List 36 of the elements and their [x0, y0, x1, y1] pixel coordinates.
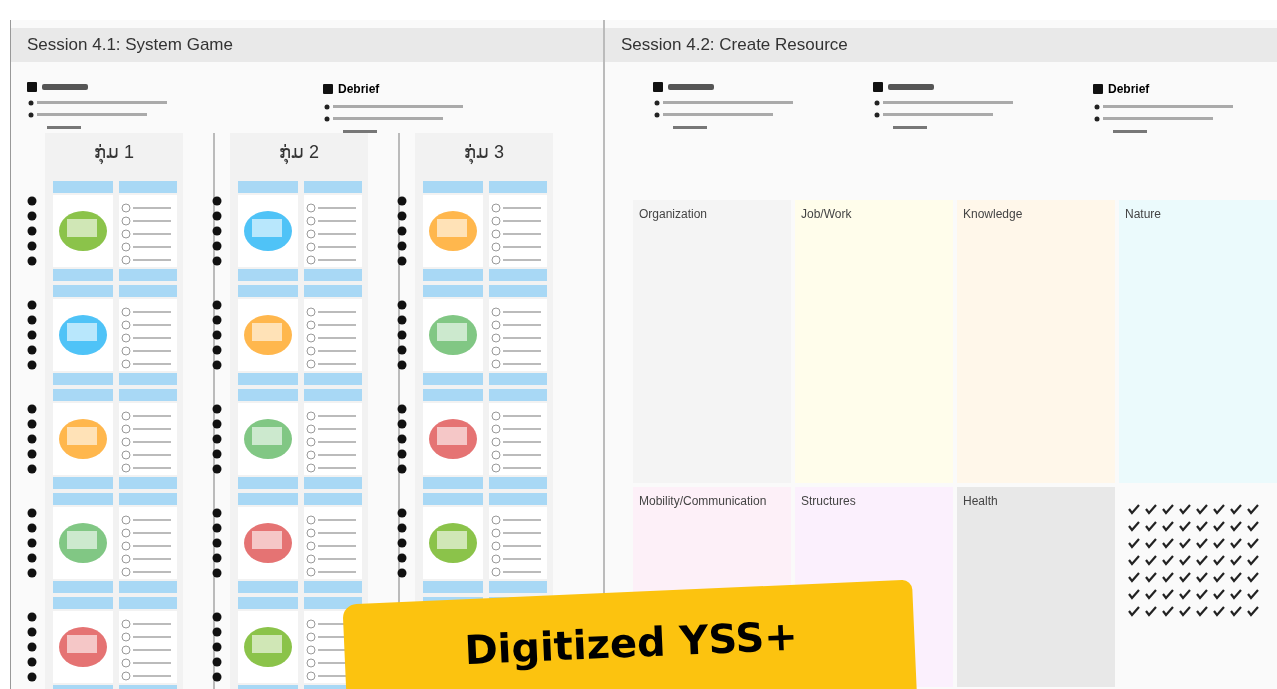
- dot-column-icon: [27, 612, 37, 682]
- dot-column-icon: [212, 300, 222, 370]
- category-label: Structures: [801, 494, 856, 508]
- session-title: Session 4.2: Create Resource: [605, 28, 1277, 62]
- dot-column-icon: [397, 196, 407, 266]
- step-badge-icon: [323, 84, 333, 94]
- dot-column-icon: [397, 404, 407, 474]
- category-label: Knowledge: [963, 207, 1023, 221]
- session-title: Session 4.1: System Game: [11, 28, 603, 62]
- dot-column-icon: [397, 508, 407, 578]
- step-badge-icon: [873, 82, 883, 92]
- dot-column-icon: [27, 300, 37, 370]
- dot-column-icon: [212, 404, 222, 474]
- category-label: Job/Work: [801, 207, 852, 221]
- category-label: Health: [963, 494, 998, 508]
- heading-scribble-drawing: [888, 83, 934, 91]
- step-badge-icon: [653, 82, 663, 92]
- category-label: Organization: [639, 207, 708, 221]
- dot-column-icon: [212, 508, 222, 578]
- heading-scribble-drawing: [668, 83, 714, 91]
- step-badge-icon: [27, 82, 37, 92]
- group-title: ກຸ່ມ 1: [93, 141, 135, 166]
- heading-scribble-drawing: [42, 83, 88, 91]
- step-badge-icon: [1093, 84, 1103, 94]
- category-label: Nature: [1125, 207, 1162, 221]
- group-title: ກຸ່ມ 3: [463, 141, 505, 166]
- group-title: ກຸ່ມ 2: [278, 141, 320, 166]
- dot-column-icon: [27, 508, 37, 578]
- category-label: Mobility/Communication: [639, 494, 767, 508]
- dot-column-icon: [27, 196, 37, 266]
- step-heading: Debrief: [338, 82, 380, 96]
- dot-column-icon: [212, 612, 222, 682]
- dot-column-icon: [397, 300, 407, 370]
- step-heading: Debrief: [1108, 82, 1150, 96]
- dot-column-icon: [27, 404, 37, 474]
- dot-column-icon: [212, 196, 222, 266]
